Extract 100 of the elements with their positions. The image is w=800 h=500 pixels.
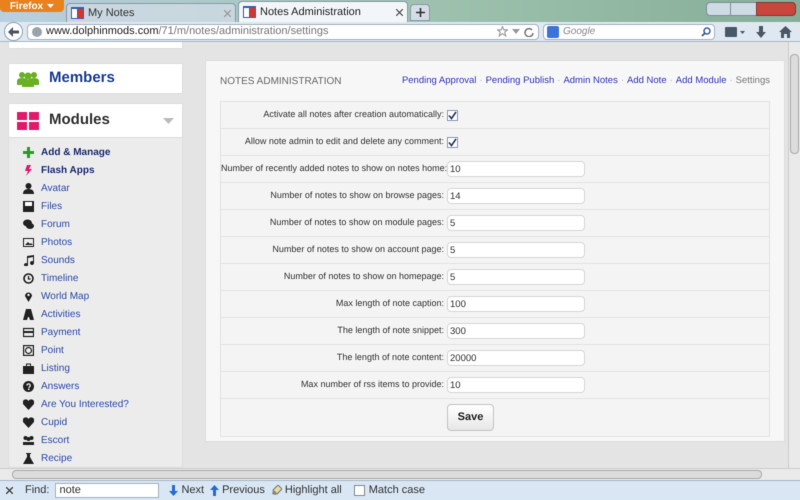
setting-label: Allow note admin to edit and delete any comment: xyxy=(244,135,445,148)
panel-title: NOTES ADMINISTRATION xyxy=(220,74,342,88)
find-field[interactable]: note xyxy=(55,483,160,498)
browser-tab[interactable]: Notes Administration xyxy=(238,1,408,22)
clock-icon xyxy=(23,272,34,284)
map-pin-icon xyxy=(23,290,34,302)
sidebar-link[interactable]: Payment xyxy=(41,324,80,340)
setting-label: Max length of note caption: xyxy=(334,297,445,310)
new-tab-button[interactable] xyxy=(410,4,430,21)
back-arrow-icon xyxy=(8,26,19,36)
modules-title: Modules xyxy=(49,110,110,130)
text-field[interactable]: 10 xyxy=(447,377,585,393)
sidebar-link[interactable]: Activities xyxy=(41,306,80,322)
sidebar-link[interactable]: Flash Apps xyxy=(41,162,95,178)
notes-favicon-icon xyxy=(243,6,256,18)
next-button[interactable]: Next xyxy=(169,482,204,499)
globe-icon xyxy=(32,26,42,36)
heart-icon xyxy=(23,416,34,428)
sidebar-link[interactable]: Files xyxy=(41,198,62,214)
search-field[interactable]: Google xyxy=(543,24,715,40)
setting-label: Number of notes to show on homepage: xyxy=(282,270,445,284)
sidebar-link[interactable]: Recipe xyxy=(41,450,72,466)
text-field[interactable]: 100 xyxy=(447,296,585,312)
setting-label: Max number of rss items to provide: xyxy=(300,378,445,392)
notes-favicon-icon xyxy=(71,7,84,19)
match-case-label: Match case xyxy=(368,483,426,498)
text-field[interactable]: 14 xyxy=(447,188,585,204)
close-tab-icon[interactable] xyxy=(396,8,403,16)
text-field[interactable]: 10 xyxy=(447,161,585,177)
sidebar-link[interactable]: Listing xyxy=(41,360,70,376)
address-bar[interactable]: www.dolphinmods.com/71/m/notes/administration/settings xyxy=(27,24,539,40)
credit-card-icon xyxy=(23,326,34,338)
search-input[interactable]: Google xyxy=(563,24,697,39)
caret-icon xyxy=(47,4,54,8)
reload-icon xyxy=(524,26,534,36)
checkbox[interactable] xyxy=(354,485,365,496)
close-icon[interactable] xyxy=(6,487,13,494)
download-icon[interactable] xyxy=(755,26,767,38)
person-icon xyxy=(23,182,34,194)
previous-button[interactable]: Previous xyxy=(210,482,265,499)
people-icon xyxy=(17,70,39,87)
checkbox[interactable] xyxy=(447,136,458,148)
speech-bubbles-icon xyxy=(23,218,34,230)
bookmarks-icon[interactable] xyxy=(725,26,745,38)
setting-label: Number of notes to show on module pages: xyxy=(268,216,445,230)
plus-icon xyxy=(23,146,34,158)
text-field[interactable]: 5 xyxy=(447,215,585,231)
text-field[interactable]: 5 xyxy=(447,242,585,258)
nav-link[interactable]: Admin Notes xyxy=(563,74,618,88)
sidebar-link[interactable]: Escort xyxy=(41,432,70,448)
separator-dot: · xyxy=(620,74,624,88)
sidebar-link[interactable]: Point xyxy=(41,342,64,358)
nav-link[interactable]: Add Module xyxy=(676,74,726,88)
home-icon[interactable] xyxy=(779,26,792,38)
text-field[interactable]: 20000 xyxy=(447,350,585,366)
sidebar-link[interactable]: Sounds xyxy=(41,252,75,268)
dropdown-arrow-icon xyxy=(512,29,520,34)
sidebar-link[interactable]: Photos xyxy=(41,234,72,250)
music-note-icon xyxy=(23,254,34,266)
sidebar-link[interactable]: Forum xyxy=(41,216,70,232)
save-button[interactable]: Save xyxy=(447,404,494,431)
sidebar-link[interactable]: Avatar xyxy=(41,180,70,196)
setting-label: Number of notes to show on browse pages: xyxy=(269,189,445,202)
separator-dot: · xyxy=(670,74,673,88)
find-label: Find: xyxy=(25,483,50,498)
setting-label: Activate all notes after creation automatically: xyxy=(262,108,445,122)
highlight-all-button[interactable]: Highlight all xyxy=(270,482,342,499)
plus-icon xyxy=(416,8,424,17)
heart-icon xyxy=(23,398,34,410)
sidebar-link[interactable]: Cupid xyxy=(41,414,68,430)
url-path: /71/m/notes/administration/settings xyxy=(158,25,328,38)
setting-label: The length of note content: xyxy=(336,351,445,364)
picture-frame-icon xyxy=(23,236,34,248)
back-button[interactable] xyxy=(4,22,23,41)
modules-header[interactable]: Modules xyxy=(8,103,183,138)
setting-label: Number of notes to show on account page: xyxy=(271,243,445,256)
nav-link[interactable]: Pending Approval xyxy=(402,74,476,88)
sidebar-link[interactable]: Answers xyxy=(41,378,80,394)
browser-tab[interactable]: My Notes xyxy=(66,3,236,22)
search-icon xyxy=(701,26,711,36)
setting-label: The length of note snippet: xyxy=(336,324,445,338)
url-domain: www.dolphinmods.com xyxy=(46,25,158,38)
nav-link[interactable]: Settings xyxy=(736,74,770,88)
grid-icon xyxy=(17,112,39,130)
nav-link[interactable]: Add Note xyxy=(627,74,667,88)
checkbox[interactable] xyxy=(447,110,458,120)
text-field[interactable]: 300 xyxy=(447,323,585,339)
road-icon xyxy=(23,308,34,320)
up-arrow-icon xyxy=(210,485,220,496)
sidebar-link[interactable]: Add & Manage xyxy=(41,144,110,160)
down-arrow-icon xyxy=(169,485,178,496)
sidebar-link[interactable]: Timeline xyxy=(41,270,78,286)
text-field[interactable]: 5 xyxy=(447,269,585,285)
coin-icon xyxy=(23,344,34,356)
sidebar-link[interactable]: Are You Interested? xyxy=(41,396,129,412)
members-link[interactable]: Members xyxy=(49,67,115,90)
sidebar-link[interactable]: World Map xyxy=(41,288,90,304)
setting-label: Number of recently added notes to show on notes home: xyxy=(221,162,447,176)
nav-link[interactable]: Pending Publish xyxy=(486,74,554,88)
separator-dot: · xyxy=(479,74,483,88)
